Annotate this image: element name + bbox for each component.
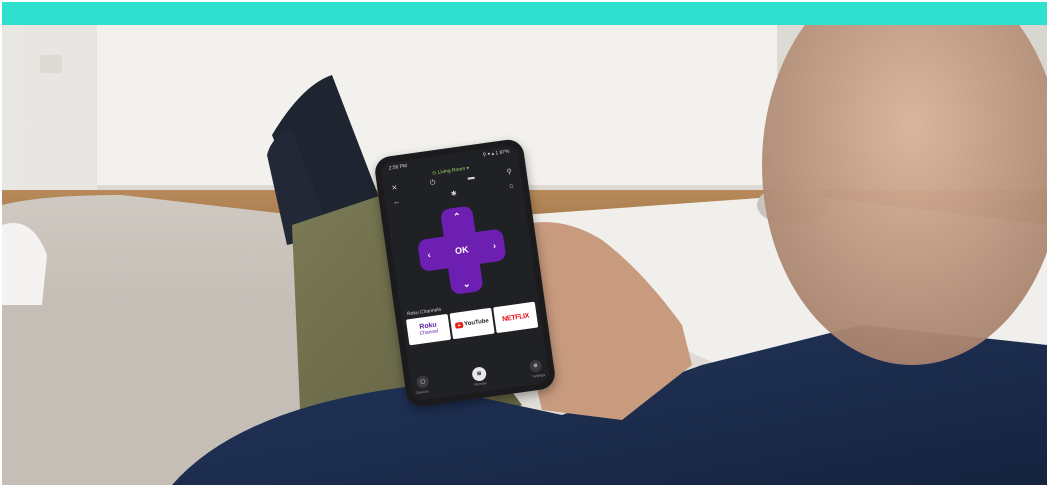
dpad-up-button[interactable]: ⌃ [450,210,464,224]
status-time: 2:58 PM [388,163,408,172]
home-icon[interactable]: ⌂ [506,181,517,192]
teal-header-band [2,2,1047,25]
options-icon[interactable]: ✱ [448,189,459,200]
dpad-left-button[interactable]: ‹ [422,248,436,262]
youtube-logo-text: YouTube [463,318,490,328]
search-icon[interactable]: ⚲ [504,167,515,178]
status-icons: ⚲ ▾ ▴ 1 87% [482,148,510,159]
ok-button[interactable]: OK [446,234,478,266]
roku-channel-logo-line2: Channel [419,328,439,337]
bottom-nav-label-remote: Remote [474,381,487,387]
roku-channel-tile[interactable]: Roku Channel [405,313,452,346]
devices-icon[interactable]: ▢ [415,375,430,389]
dpad-down-button[interactable]: ⌄ [460,277,474,291]
photo-frame: 2:58 PM ⚲ ▾ ▴ 1 87% ⊙ Living Room ▾ ✕ ⏻ … [0,0,1049,487]
remote-tab-icon[interactable]: ⊞ [471,366,488,382]
youtube-play-icon [454,321,464,329]
back-icon[interactable]: ← [391,197,402,208]
remote-icon[interactable]: ▬ [466,173,477,184]
netflix-logo-text: NETFLIX [501,312,530,323]
bottom-nav-label-devices: Devices [415,389,429,395]
bottom-nav-label-settings: Settings [532,372,546,379]
close-icon[interactable]: ✕ [389,183,400,194]
settings-icon[interactable]: ⚙ [528,359,543,373]
dpad-right-button[interactable]: › [488,239,502,253]
youtube-tile[interactable]: YouTube [449,307,495,340]
living-room-photo: 2:58 PM ⚲ ▾ ▴ 1 87% ⊙ Living Room ▾ ✕ ⏻ … [2,25,1047,485]
dpad: ⌃ ⌄ ‹ › OK [413,202,510,299]
power-icon[interactable]: ⏻ [427,178,438,189]
netflix-tile[interactable]: NETFLIX [493,301,539,334]
